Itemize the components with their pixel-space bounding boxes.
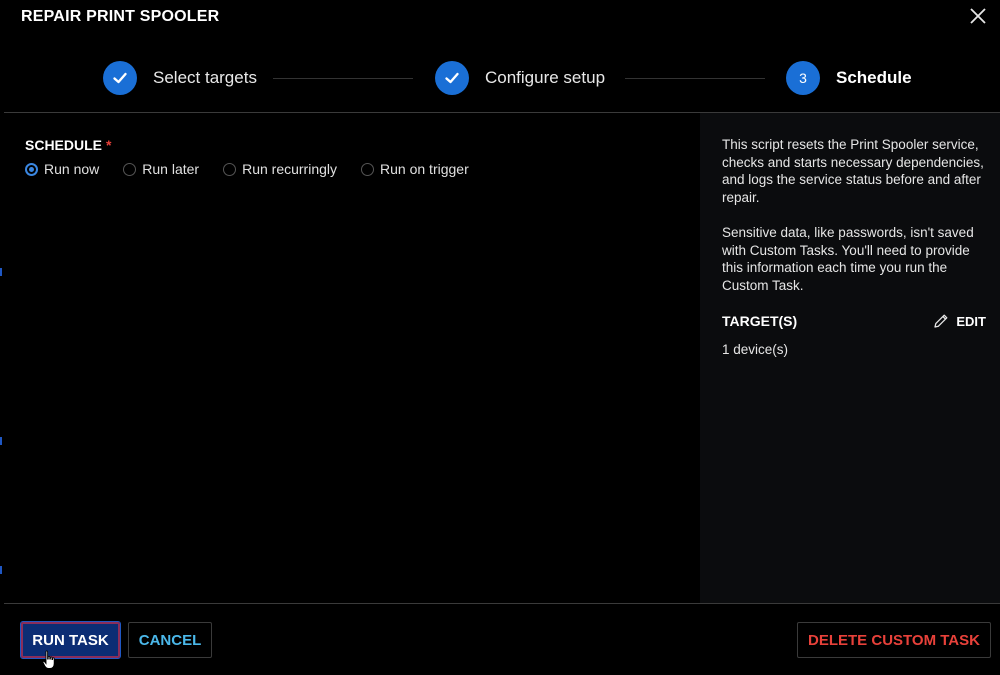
step-label: Schedule — [836, 68, 912, 87]
dialog-title: REPAIR PRINT SPOOLER — [21, 8, 220, 25]
check-icon — [435, 61, 469, 95]
radio-unchecked-icon — [223, 162, 237, 176]
edge-mark — [0, 437, 2, 445]
step-label: Configure setup — [485, 68, 606, 87]
step-schedule[interactable]: 3 Schedule — [786, 61, 912, 95]
edit-targets-button[interactable]: EDIT — [932, 312, 986, 330]
radio-run-later[interactable]: Run later — [123, 161, 199, 177]
radio-run-recurringly[interactable]: Run recurringly — [223, 161, 337, 177]
radio-unchecked-icon — [361, 162, 375, 176]
check-icon — [103, 61, 137, 95]
edge-mark — [0, 268, 2, 276]
step-number: 3 — [786, 61, 820, 95]
step-label: Select targets — [153, 68, 257, 87]
step-connector — [625, 78, 765, 79]
targets-title: TARGET(S) — [722, 313, 798, 329]
required-mark: * — [106, 137, 112, 153]
info-pane: This script resets the Print Spooler ser… — [700, 113, 1000, 603]
schedule-pane: SCHEDULE * Run now Run later Run recurrin… — [4, 113, 700, 603]
wizard-stepper: Select targets Configure setup 3 Schedul… — [0, 58, 1000, 98]
repair-print-spooler-dialog: REPAIR PRINT SPOOLER Select targets Conf… — [0, 0, 1000, 675]
close-icon[interactable] — [966, 4, 990, 28]
targets-count: 1 device(s) — [722, 342, 789, 357]
radio-run-now[interactable]: Run now — [25, 161, 99, 177]
step-configure-setup[interactable]: Configure setup — [435, 61, 605, 95]
footer-divider — [4, 603, 1000, 604]
step-select-targets[interactable]: Select targets — [103, 61, 257, 95]
sensitive-data-note: Sensitive data, like passwords, isn't sa… — [722, 225, 974, 293]
pencil-icon — [934, 314, 948, 328]
radio-run-on-trigger[interactable]: Run on trigger — [361, 161, 469, 177]
run-task-button[interactable]: RUN TASK — [20, 621, 121, 659]
delete-custom-task-button[interactable]: DELETE CUSTOM TASK — [797, 622, 991, 658]
radio-unchecked-icon — [123, 162, 137, 176]
schedule-radio-group: Run now Run later Run recurringly Run on… — [25, 161, 493, 177]
targets-header: TARGET(S) EDIT — [722, 312, 986, 330]
step-connector — [273, 78, 413, 79]
schedule-label: SCHEDULE * — [25, 137, 112, 153]
cancel-button[interactable]: CANCEL — [128, 622, 212, 658]
edge-mark — [0, 566, 2, 574]
description-text: This script resets the Print Spooler ser… — [722, 137, 984, 205]
radio-checked-icon — [25, 162, 38, 176]
task-description: This script resets the Print Spooler ser… — [722, 136, 992, 294]
